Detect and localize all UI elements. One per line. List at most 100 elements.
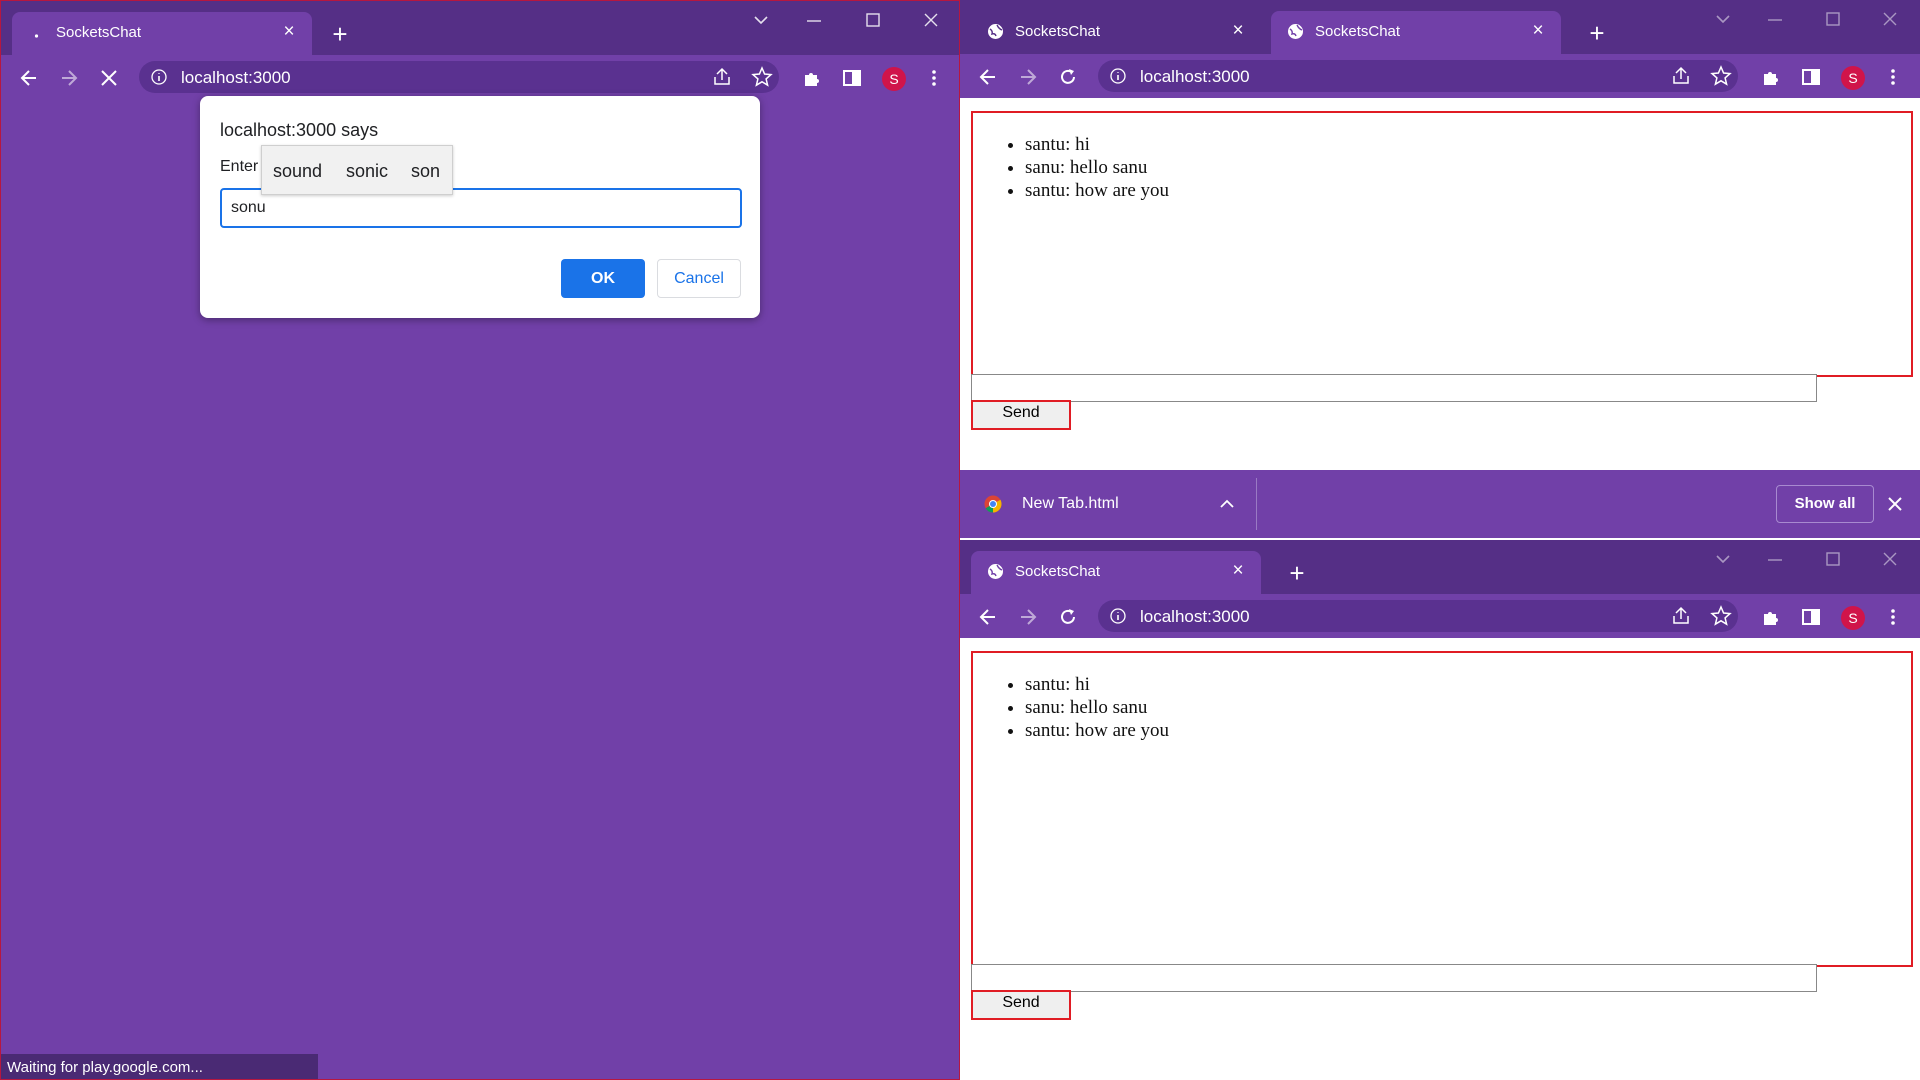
status-bubble: Waiting for play.google.com...	[1, 1054, 318, 1079]
bookmark-star-icon[interactable]	[751, 66, 773, 88]
address-bar[interactable]: localhost:3000	[139, 61, 779, 93]
send-button[interactable]: Send	[971, 990, 1071, 1020]
kebab-menu-icon[interactable]	[921, 65, 947, 91]
tab-strip: SocketsChat × SocketsChat × +	[960, 0, 1920, 54]
download-divider	[1256, 478, 1257, 530]
minimize-button[interactable]	[1753, 6, 1797, 34]
minimize-button[interactable]	[1753, 546, 1797, 574]
new-tab-button[interactable]: +	[325, 19, 355, 49]
minimize-button[interactable]	[792, 7, 836, 35]
site-info-icon[interactable]	[151, 69, 167, 85]
share-icon[interactable]	[1670, 65, 1692, 87]
message-item: santu: how are you	[1025, 179, 1169, 202]
close-window-button[interactable]	[1868, 6, 1912, 34]
url-text: localhost:3000	[181, 68, 291, 87]
new-tab-button[interactable]: +	[1582, 18, 1612, 48]
show-all-button[interactable]: Show all	[1776, 485, 1874, 523]
profile-avatar[interactable]: S	[1841, 606, 1865, 630]
globe-icon	[1287, 23, 1304, 40]
forward-arrow-icon[interactable]	[56, 65, 82, 91]
address-bar[interactable]: localhost:3000	[1098, 600, 1738, 632]
tab-socketschat[interactable]: SocketsChat ×	[12, 12, 312, 55]
dialog-title: localhost:3000 says	[220, 120, 379, 140]
download-item[interactable]: New Tab.html	[960, 470, 1256, 538]
bookmark-star-icon[interactable]	[1710, 605, 1732, 627]
extensions-puzzle-icon[interactable]	[1758, 64, 1784, 90]
toolbar: localhost:3000 S	[960, 54, 1920, 98]
close-download-bar-icon[interactable]	[1888, 497, 1902, 511]
chevron-up-icon[interactable]	[1220, 497, 1234, 509]
forward-arrow-icon[interactable]	[1015, 604, 1041, 630]
close-tab-icon[interactable]: ×	[1227, 20, 1249, 42]
message-item: santu: hi	[1025, 133, 1169, 156]
messages-box: santu: hi sanu: hello sanu santu: how ar…	[971, 651, 1913, 967]
tab-socketschat[interactable]: SocketsChat ×	[971, 551, 1261, 594]
suggestion-item[interactable]: sonic	[346, 161, 388, 182]
extensions-puzzle-icon[interactable]	[1758, 604, 1784, 630]
forward-arrow-icon[interactable]	[1015, 64, 1041, 90]
cancel-button[interactable]: Cancel	[657, 259, 741, 298]
back-arrow-icon[interactable]	[975, 604, 1001, 630]
back-arrow-icon[interactable]	[16, 65, 42, 91]
suggestion-item[interactable]: son	[411, 161, 440, 182]
close-tab-icon[interactable]: ×	[1227, 560, 1249, 582]
chrome-logo-icon	[984, 495, 1002, 513]
tab-title: SocketsChat	[1015, 563, 1101, 580]
side-panel-icon[interactable]	[839, 65, 865, 91]
maximize-button[interactable]	[1811, 6, 1855, 34]
bottom-right-browser-window: SocketsChat × + localhost:3000 S • santu…	[960, 540, 1920, 1080]
close-tab-icon[interactable]: ×	[1527, 20, 1549, 42]
share-icon[interactable]	[1670, 605, 1692, 627]
maximize-button[interactable]	[1811, 546, 1855, 574]
download-file-name: New Tab.html	[1022, 495, 1119, 512]
message-item: santu: hi	[1025, 673, 1169, 696]
side-panel-icon[interactable]	[1798, 604, 1824, 630]
tab-title: SocketsChat	[1015, 23, 1101, 40]
close-window-button[interactable]	[909, 7, 953, 35]
dialog-input-value: sonu	[231, 199, 266, 216]
autocomplete-suggestions: sound sonic son	[261, 145, 453, 195]
kebab-menu-icon[interactable]	[1880, 64, 1906, 90]
close-window-button[interactable]	[1868, 546, 1912, 574]
message-item: sanu: hello sanu	[1025, 156, 1169, 179]
message-item: santu: how are you	[1025, 719, 1169, 742]
address-bar[interactable]: localhost:3000	[1098, 60, 1738, 92]
tab-search-icon[interactable]	[1701, 546, 1745, 574]
tab-search-icon[interactable]	[739, 7, 783, 35]
ok-button[interactable]: OK	[561, 259, 645, 298]
extensions-puzzle-icon[interactable]	[799, 65, 825, 91]
maximize-button[interactable]	[851, 7, 895, 35]
reload-icon[interactable]	[1055, 604, 1081, 630]
messages-list: santu: hi sanu: hello sanu santu: how ar…	[973, 673, 1169, 742]
bookmark-star-icon[interactable]	[1710, 65, 1732, 87]
reload-icon[interactable]	[1055, 64, 1081, 90]
loading-dot-icon	[28, 24, 45, 41]
site-info-icon[interactable]	[1110, 68, 1126, 84]
site-info-icon[interactable]	[1110, 608, 1126, 624]
tab-socketschat-1[interactable]: SocketsChat ×	[971, 11, 1261, 54]
message-input[interactable]	[971, 964, 1817, 992]
top-right-browser-window: SocketsChat × SocketsChat × + localhost:…	[960, 0, 1920, 470]
stop-loading-icon[interactable]	[96, 65, 122, 91]
profile-avatar[interactable]: S	[882, 67, 906, 91]
side-panel-icon[interactable]	[1798, 64, 1824, 90]
page-content: santu: hi sanu: hello sanu santu: how ar…	[960, 638, 1920, 1080]
tab-strip: SocketsChat × +	[960, 540, 1920, 594]
messages-list: santu: hi sanu: hello sanu santu: how ar…	[973, 133, 1169, 202]
back-arrow-icon[interactable]	[975, 64, 1001, 90]
toolbar: localhost:3000 S	[960, 594, 1920, 638]
close-tab-icon[interactable]: ×	[278, 21, 300, 43]
page-content: santu: hi sanu: hello sanu santu: how ar…	[960, 98, 1920, 470]
tab-title: SocketsChat	[56, 24, 142, 41]
globe-icon	[987, 23, 1004, 40]
new-tab-button[interactable]: +	[1282, 558, 1312, 588]
tab-search-icon[interactable]	[1701, 6, 1745, 34]
share-icon[interactable]	[711, 66, 733, 88]
suggestion-item[interactable]: sound	[273, 161, 322, 182]
url-text: localhost:3000	[1140, 607, 1250, 626]
message-input[interactable]	[971, 374, 1817, 402]
kebab-menu-icon[interactable]	[1880, 604, 1906, 630]
send-button[interactable]: Send	[971, 400, 1071, 430]
tab-socketschat-2[interactable]: SocketsChat ×	[1271, 11, 1561, 54]
profile-avatar[interactable]: S	[1841, 66, 1865, 90]
